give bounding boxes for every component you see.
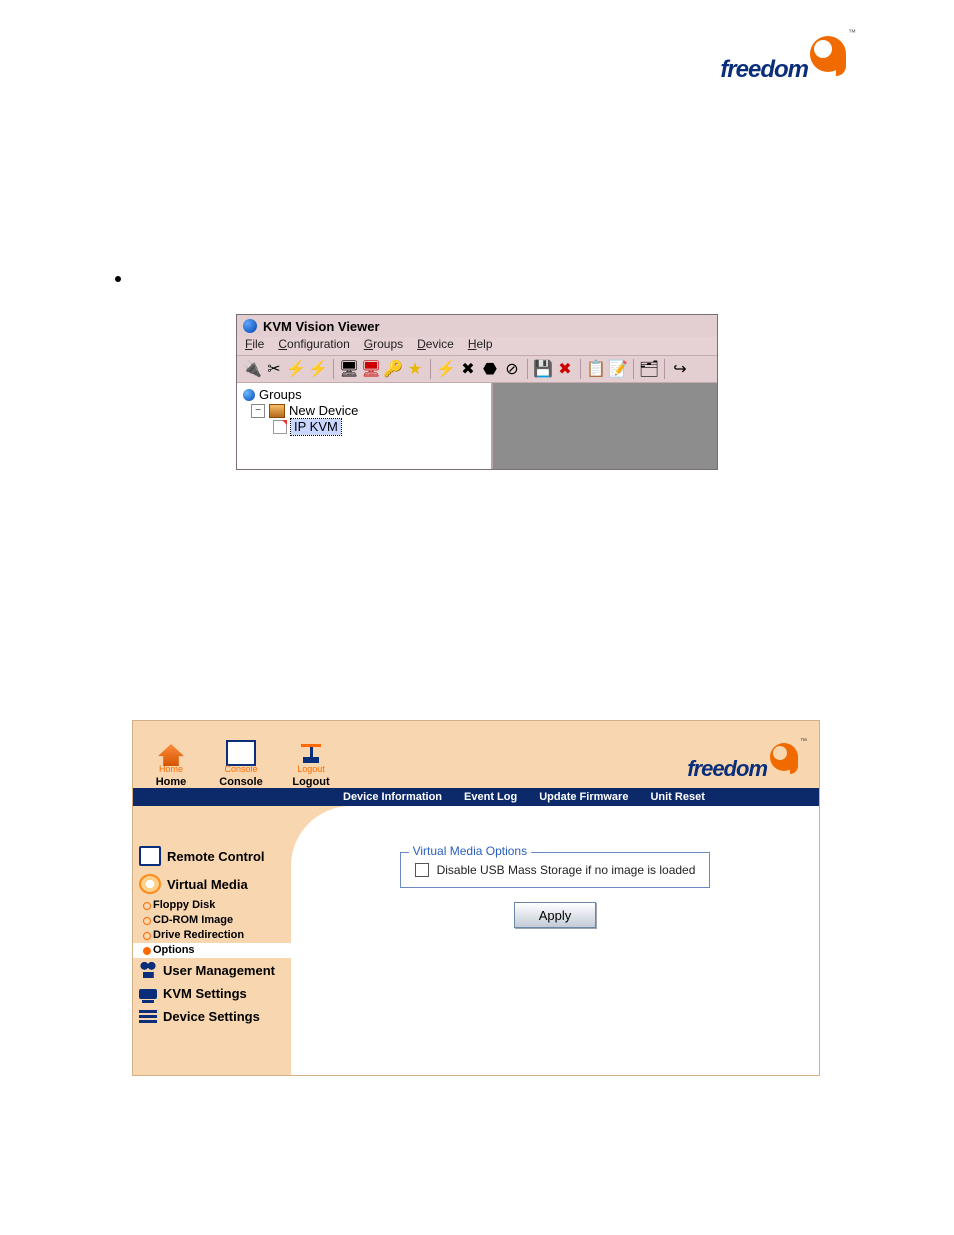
sidebar-item-user-management[interactable]: User Management [133,958,291,982]
logout-icon [298,744,324,766]
nav-event-log[interactable]: Event Log [464,791,517,803]
star-icon[interactable]: ★ [406,360,424,378]
tree-icon[interactable]: 🗂 [640,360,658,378]
sidebar-item-device-settings[interactable]: Device Settings [133,1005,291,1028]
key-icon[interactable]: 🔑 [384,360,402,378]
monitor-icon [139,846,161,866]
home-icon [158,744,184,766]
tree-root[interactable]: Groups [243,387,485,403]
brand-nine-icon: ™ [767,740,805,778]
sidebar-sub-cdrom[interactable]: CD-ROM Image [133,913,291,928]
exit-icon[interactable]: ↪ [671,360,689,378]
toolbar-separator [333,359,334,379]
sliders-icon [139,1010,157,1024]
x-icon[interactable]: ✖ [459,360,477,378]
sidebar-item-virtual-media[interactable]: Virtual Media [133,870,291,898]
disconnect-icon[interactable]: ✂ [265,360,283,378]
cancel-icon[interactable]: ⊘ [503,360,521,378]
sidebar-item-remote-control[interactable]: Remote Control [133,842,291,870]
bolt-b-icon[interactable]: ⚡ [309,360,327,378]
brand-logo: freedom ™ [720,32,854,84]
toolbar-separator [527,359,528,379]
ring-icon [143,902,151,910]
sidebar-item-kvm-settings[interactable]: KVM Settings [133,982,291,1005]
content-pane [493,383,717,469]
header-brand-logo: freedom ™ [687,740,805,782]
flash-icon[interactable]: ⚡ [437,360,455,378]
sidebar-sub-drive[interactable]: Drive Redirection [133,928,291,943]
kvm-icon [139,989,157,999]
toolbar-separator [430,359,431,379]
logout-button[interactable]: Logout Logout [287,744,335,788]
nav-update-firmware[interactable]: Update Firmware [539,791,628,803]
toolbar: 🔌 ✂ ⚡ ⚡ 🖥 🖥 🔑 ★ ⚡ ✖ ⬣ ⊘ 💾 ✖ 📋 📝 🗂 ↪ [237,355,717,383]
toolbar-separator [664,359,665,379]
collapse-icon[interactable]: − [251,404,265,418]
bolt-a-icon[interactable]: ⚡ [287,360,305,378]
tree-pane: Groups − New Device IP KVM [237,383,493,469]
ring-icon [143,947,151,955]
kvm-viewer-window: KVM Vision Viewer File Configuration Gro… [236,314,718,470]
tree-leaf-ip-kvm[interactable]: IP KVM [273,419,485,435]
nav-unit-reset[interactable]: Unit Reset [650,791,704,803]
sidebar-sub-options[interactable]: Options [133,943,291,958]
window-titlebar: KVM Vision Viewer [237,315,717,337]
console-icon [226,740,256,766]
app-icon [243,319,257,333]
menu-help[interactable]: Help [468,337,493,355]
connect-icon[interactable]: 🔌 [243,360,261,378]
props2-icon[interactable]: 📝 [609,360,627,378]
console-button[interactable]: Console Console [217,740,265,788]
bullet-icon [115,276,121,282]
brand-nine-icon: ™ [806,32,854,80]
menu-groups[interactable]: Groups [364,337,403,355]
nav-device-information[interactable]: Device Information [343,791,442,803]
ring-icon [143,917,151,925]
home-button[interactable]: Home Home [147,744,195,788]
globe-icon [243,389,255,401]
props-icon[interactable]: 📋 [587,360,605,378]
device-icon [269,404,285,418]
users-icon [139,962,157,978]
disable-usb-checkbox[interactable] [415,863,429,877]
menu-file[interactable]: File [245,337,264,355]
disk-icon[interactable]: 💾 [534,360,552,378]
top-nav: Device Information Event Log Update Firm… [133,788,819,806]
window-title: KVM Vision Viewer [263,319,380,334]
toolbar-separator [633,359,634,379]
toolbar-separator [580,359,581,379]
brand-word: freedom [720,56,808,84]
sidebar: Remote Control Virtual Media Floppy Disk… [133,806,291,1075]
ring-icon [143,932,151,940]
fieldset-legend: Virtual Media Options [409,844,532,858]
header: Home Home Console Console Logout Logout [133,721,819,788]
menu-configuration[interactable]: Configuration [278,337,349,355]
page-icon [273,420,287,434]
menu-device[interactable]: Device [417,337,454,355]
sidebar-sub-floppy[interactable]: Floppy Disk [133,898,291,913]
monitor-icon[interactable]: 🖥 [340,360,358,378]
cd-icon [139,874,161,894]
disk-x-icon[interactable]: ✖ [556,360,574,378]
monitor-red-icon[interactable]: 🖥 [362,360,380,378]
apply-button[interactable]: Apply [514,902,596,928]
disable-usb-label: Disable USB Mass Storage if no image is … [437,863,696,877]
tree-node-new-device[interactable]: − New Device [251,403,485,419]
shield-icon[interactable]: ⬣ [481,360,499,378]
menubar: File Configuration Groups Device Help [237,337,717,355]
main-panel: Virtual Media Options Disable USB Mass S… [291,806,819,1075]
freedom9-webui: Home Home Console Console Logout Logout [132,720,820,1076]
virtual-media-options-group: Virtual Media Options Disable USB Mass S… [400,852,711,888]
